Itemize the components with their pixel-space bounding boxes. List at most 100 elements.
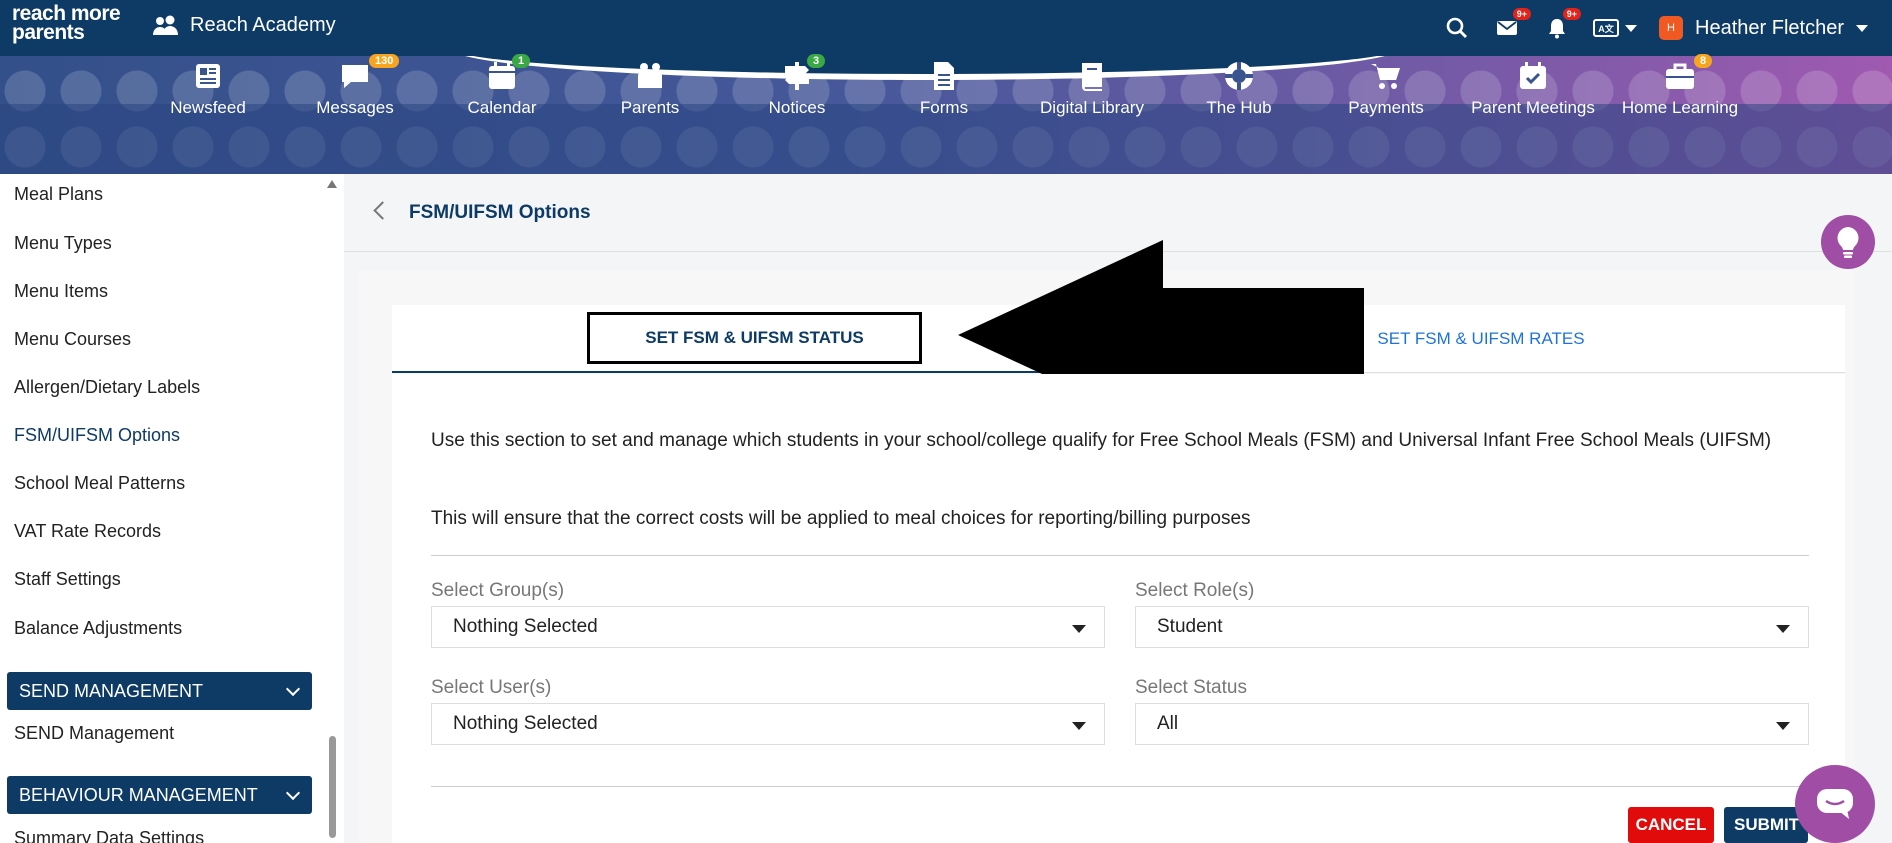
envelope-icon bbox=[1497, 21, 1518, 35]
tab-label: SET FSM & UIFSM STATUS bbox=[587, 312, 922, 364]
language-selector[interactable]: A文 bbox=[1593, 19, 1638, 37]
tips-button[interactable] bbox=[1821, 215, 1875, 269]
sidebar: Meal Plans Menu Types Menu Items Menu Co… bbox=[0, 174, 344, 843]
sidebar-item-allergen-labels[interactable]: Allergen/Dietary Labels bbox=[14, 377, 200, 398]
user-label: Select User(s) bbox=[431, 677, 552, 698]
user-name: Heather Fletcher bbox=[1695, 16, 1844, 39]
nav-label: Parent Meetings bbox=[1471, 98, 1595, 117]
search-icon bbox=[1446, 17, 1468, 38]
chevron-down-icon bbox=[1856, 24, 1868, 32]
nav-payments[interactable]: Payments bbox=[1316, 56, 1456, 118]
top-bar: reach more parents Reach Academy 9+ 9+ A… bbox=[0, 0, 1892, 56]
nav-label: Calendar bbox=[467, 98, 537, 117]
calendar-check-icon bbox=[1520, 62, 1546, 89]
scroll-up-arrow-icon[interactable] bbox=[327, 180, 337, 188]
org-switcher[interactable]: Reach Academy bbox=[152, 14, 336, 37]
lifebuoy-icon bbox=[1225, 62, 1253, 90]
users-icon bbox=[153, 15, 178, 35]
tab-label: SET FSM & UIFSM RATES bbox=[1377, 329, 1585, 348]
user-select-value: Nothing Selected bbox=[453, 713, 598, 734]
chat-bubble-icon bbox=[342, 65, 368, 88]
sidebar-item-vat-rate-records[interactable]: VAT Rate Records bbox=[14, 521, 161, 542]
sidebar-item-balance-adjustments[interactable]: Balance Adjustments bbox=[14, 618, 182, 639]
app-logo[interactable]: reach more parents bbox=[12, 3, 124, 50]
notices-count-badge: 3 bbox=[807, 54, 826, 68]
nav-parents[interactable]: Parents bbox=[580, 56, 720, 118]
logo-line-2: parents bbox=[12, 21, 85, 44]
sidebar-item-menu-courses[interactable]: Menu Courses bbox=[14, 329, 131, 350]
sidebar-item-school-meal-patterns[interactable]: School Meal Patterns bbox=[14, 473, 185, 494]
nav-digital-library[interactable]: Digital Library bbox=[1022, 56, 1162, 118]
sidebar-item-staff-settings[interactable]: Staff Settings bbox=[14, 569, 121, 590]
sidebar-section-behaviour-management[interactable]: BEHAVIOUR MANAGEMENT bbox=[7, 776, 312, 814]
section-title: SEND MANAGEMENT bbox=[19, 680, 204, 701]
dropdown-arrow-icon bbox=[1776, 722, 1790, 730]
chat-icon bbox=[1817, 789, 1853, 819]
status-select-value: All bbox=[1157, 713, 1179, 734]
nav-label: Home Learning bbox=[1621, 98, 1739, 117]
sidebar-item-fsm-uifsm-options[interactable]: FSM/UIFSM Options bbox=[14, 425, 180, 446]
scrollbar-thumb[interactable] bbox=[329, 736, 336, 838]
search-button[interactable] bbox=[1443, 14, 1471, 42]
org-name: Reach Academy bbox=[190, 14, 336, 36]
role-select-value: Student bbox=[1157, 616, 1223, 637]
document-icon bbox=[934, 62, 954, 90]
family-icon bbox=[638, 63, 662, 88]
status-label: Select Status bbox=[1135, 677, 1247, 698]
nav-label: Digital Library bbox=[1040, 98, 1144, 117]
nav-label: The Hub bbox=[1206, 98, 1272, 117]
nav-forms[interactable]: Forms bbox=[874, 56, 1014, 118]
nav-newsfeed[interactable]: Newsfeed bbox=[138, 56, 278, 118]
nav-label: Notices bbox=[768, 98, 826, 117]
home-learning-count-badge: 8 bbox=[1694, 54, 1713, 68]
sidebar-item-send-management[interactable]: SEND Management bbox=[14, 723, 174, 744]
description-text: Use this section to set and manage which… bbox=[431, 430, 1772, 451]
user-menu[interactable]: H Heather Fletcher bbox=[1659, 16, 1868, 40]
role-select[interactable]: Student bbox=[1135, 606, 1809, 648]
dropdown-arrow-icon bbox=[1776, 625, 1790, 633]
dropdown-arrow-icon bbox=[1072, 722, 1086, 730]
cancel-button[interactable]: CANCEL bbox=[1628, 807, 1714, 843]
group-label: Select Group(s) bbox=[431, 580, 565, 601]
nav-parent-meetings[interactable]: Parent Meetings bbox=[1463, 56, 1603, 118]
chevron-down-icon bbox=[285, 785, 301, 801]
nav-home-learning[interactable]: 8 Home Learning bbox=[1610, 54, 1750, 118]
nav-label: Forms bbox=[919, 98, 969, 117]
page-title: FSM/UIFSM Options bbox=[409, 202, 591, 223]
messages-button[interactable]: 9+ bbox=[1493, 8, 1532, 42]
sidebar-item-summary-data-settings[interactable]: Summary Data Settings bbox=[14, 828, 204, 843]
avatar: H bbox=[1659, 16, 1684, 40]
book-icon bbox=[1082, 63, 1102, 91]
sidebar-item-meal-plans[interactable]: Meal Plans bbox=[14, 184, 103, 205]
section-title: BEHAVIOUR MANAGEMENT bbox=[19, 784, 258, 805]
divider bbox=[431, 555, 1809, 556]
sidebar-item-menu-items[interactable]: Menu Items bbox=[14, 281, 108, 302]
notifications-button[interactable]: 9+ bbox=[1543, 8, 1582, 42]
lightbulb-icon bbox=[1837, 227, 1859, 258]
messages-count-badge: 130 bbox=[369, 54, 400, 68]
group-select-value: Nothing Selected bbox=[453, 616, 598, 637]
status-select[interactable]: All bbox=[1135, 703, 1809, 745]
calendar-count-badge: 1 bbox=[512, 54, 531, 68]
top-right-actions: 9+ 9+ A文 H Heather Fletcher bbox=[1443, 0, 1868, 56]
nav-label: Parents bbox=[620, 98, 680, 117]
user-select[interactable]: Nothing Selected bbox=[431, 703, 1105, 745]
sidebar-section-send-management[interactable]: SEND MANAGEMENT bbox=[7, 672, 312, 710]
nav-notices[interactable]: 3 Notices bbox=[727, 54, 867, 118]
chat-button[interactable] bbox=[1795, 765, 1875, 843]
newspaper-icon bbox=[196, 64, 220, 88]
translate-icon: A文 bbox=[1593, 19, 1620, 37]
divider bbox=[431, 786, 1809, 787]
nav-messages[interactable]: 130 Messages bbox=[285, 54, 425, 118]
nav-calendar[interactable]: 1 Calendar bbox=[432, 54, 572, 118]
back-chevron-icon[interactable] bbox=[373, 201, 392, 220]
dropdown-arrow-icon bbox=[1072, 625, 1086, 633]
role-label: Select Role(s) bbox=[1135, 580, 1255, 601]
nav-label: Messages bbox=[316, 98, 394, 117]
sidebar-item-menu-types[interactable]: Menu Types bbox=[14, 233, 112, 254]
group-select[interactable]: Nothing Selected bbox=[431, 606, 1105, 648]
notifications-badge: 9+ bbox=[1562, 8, 1582, 20]
briefcase-icon bbox=[1666, 63, 1694, 89]
nav-the-hub[interactable]: The Hub bbox=[1169, 56, 1309, 118]
chevron-down-icon bbox=[1625, 24, 1638, 32]
